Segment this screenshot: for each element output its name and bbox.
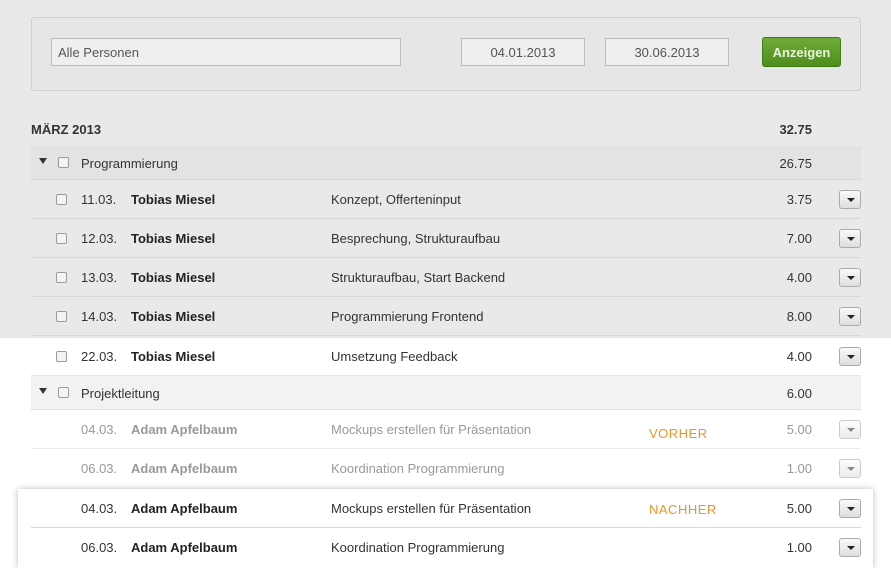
table-row: 11.03. Tobias Miesel Konzept, Offertenin… [31,180,861,219]
show-button[interactable]: Anzeigen [762,37,841,67]
row-menu-dropdown-icon[interactable] [839,420,861,439]
entry-person: Tobias Miesel [131,349,216,364]
row-menu-dropdown-icon[interactable] [839,229,861,248]
date-from-input[interactable] [461,38,585,66]
entry-person: Tobias Miesel [131,192,216,207]
entry-date: 13.03. [81,270,118,285]
entry-description: Mockups erstellen für Präsentation [331,422,532,437]
entry-date: 04.03. [81,422,118,437]
entry-person: Adam Apfelbaum [131,501,238,516]
entry-description: Konzept, Offerteninput [331,192,461,207]
row-checkbox[interactable] [56,272,67,283]
entry-description: Umsetzung Feedback [331,349,458,364]
row-checkbox[interactable] [56,233,67,244]
row-menu-dropdown-icon[interactable] [839,347,861,366]
entry-description: Koordination Programmierung [331,540,505,555]
entry-description: Koordination Programmierung [331,461,505,476]
row-menu-dropdown-icon[interactable] [839,538,861,557]
entry-date: 04.03. [81,501,118,516]
row-checkbox[interactable] [56,194,67,205]
entry-hours: 5.00 [786,422,812,437]
entry-date: 12.03. [81,231,118,246]
entry-hours: 4.00 [786,270,812,285]
row-menu-dropdown-icon[interactable] [839,190,861,209]
entry-person: Tobias Miesel [131,309,216,324]
table-row: 04.03. Adam Apfelbaum Mockups erstellen … [31,489,861,528]
row-checkbox[interactable] [56,351,67,362]
entry-description: Programmierung Frontend [331,309,484,324]
after-highlight-panel: 04.03. Adam Apfelbaum Mockups erstellen … [18,489,873,568]
row-menu-dropdown-icon[interactable] [839,499,861,518]
entry-hours: 1.00 [786,540,812,555]
month-total: 32.75 [779,122,812,137]
entry-hours: 5.00 [786,501,812,516]
after-label: NACHHER [649,502,717,517]
table-row: 06.03. Adam Apfelbaum Koordination Progr… [31,528,861,567]
entry-person: Tobias Miesel [131,231,216,246]
entry-hours: 4.00 [786,349,812,364]
entry-hours: 8.00 [786,309,812,324]
entry-date: 06.03. [81,461,118,476]
table-row: 13.03. Tobias Miesel Strukturaufbau, Sta… [31,258,861,297]
table-row: 04.03. Adam Apfelbaum Mockups erstellen … [31,410,861,449]
entry-description: Besprechung, Strukturaufbau [331,231,501,246]
table-row: 14.03. Tobias Miesel Programmierung Fron… [31,297,861,336]
group-header-programmierung[interactable]: Programmierung 26.75 [31,146,861,180]
group-checkbox[interactable] [58,157,69,168]
entry-description: Mockups erstellen für Präsentation [331,501,532,516]
row-menu-dropdown-icon[interactable] [839,307,861,326]
entry-hours: 1.00 [786,461,812,476]
row-menu-dropdown-icon[interactable] [839,268,861,287]
caret-down-icon[interactable] [39,388,47,394]
group-checkbox[interactable] [58,387,69,398]
row-checkbox[interactable] [56,311,67,322]
caret-down-icon[interactable] [39,158,47,164]
before-label: VORHER [649,426,708,441]
entry-date: 14.03. [81,309,118,324]
month-title: MÄRZ 2013 [31,122,102,137]
entry-hours: 7.00 [786,231,812,246]
table-row: 12.03. Tobias Miesel Besprechung, Strukt… [31,219,861,258]
date-to-input[interactable] [605,38,729,66]
entry-person: Adam Apfelbaum [131,422,238,437]
entry-description: Strukturaufbau, Start Backend [331,270,506,285]
person-filter-input[interactable] [51,38,401,66]
entry-person: Adam Apfelbaum [131,540,238,555]
group-label: Projektleitung [81,386,160,401]
group-header-projektleitung[interactable]: Projektleitung 6.00 [31,376,861,410]
entry-date: 22.03. [81,349,118,364]
group-label: Programmierung [81,156,178,171]
entry-date: 11.03. [81,192,117,207]
group-total: 26.75 [779,156,812,171]
table-row: 06.03. Adam Apfelbaum Koordination Progr… [31,449,861,488]
entry-person: Tobias Miesel [131,270,216,285]
entry-hours: 3.75 [786,192,812,207]
group-total: 6.00 [786,386,812,401]
table-row: 22.03. Tobias Miesel Umsetzung Feedback … [31,337,861,376]
row-menu-dropdown-icon[interactable] [839,459,861,478]
entry-date: 06.03. [81,540,118,555]
entry-person: Adam Apfelbaum [131,461,238,476]
